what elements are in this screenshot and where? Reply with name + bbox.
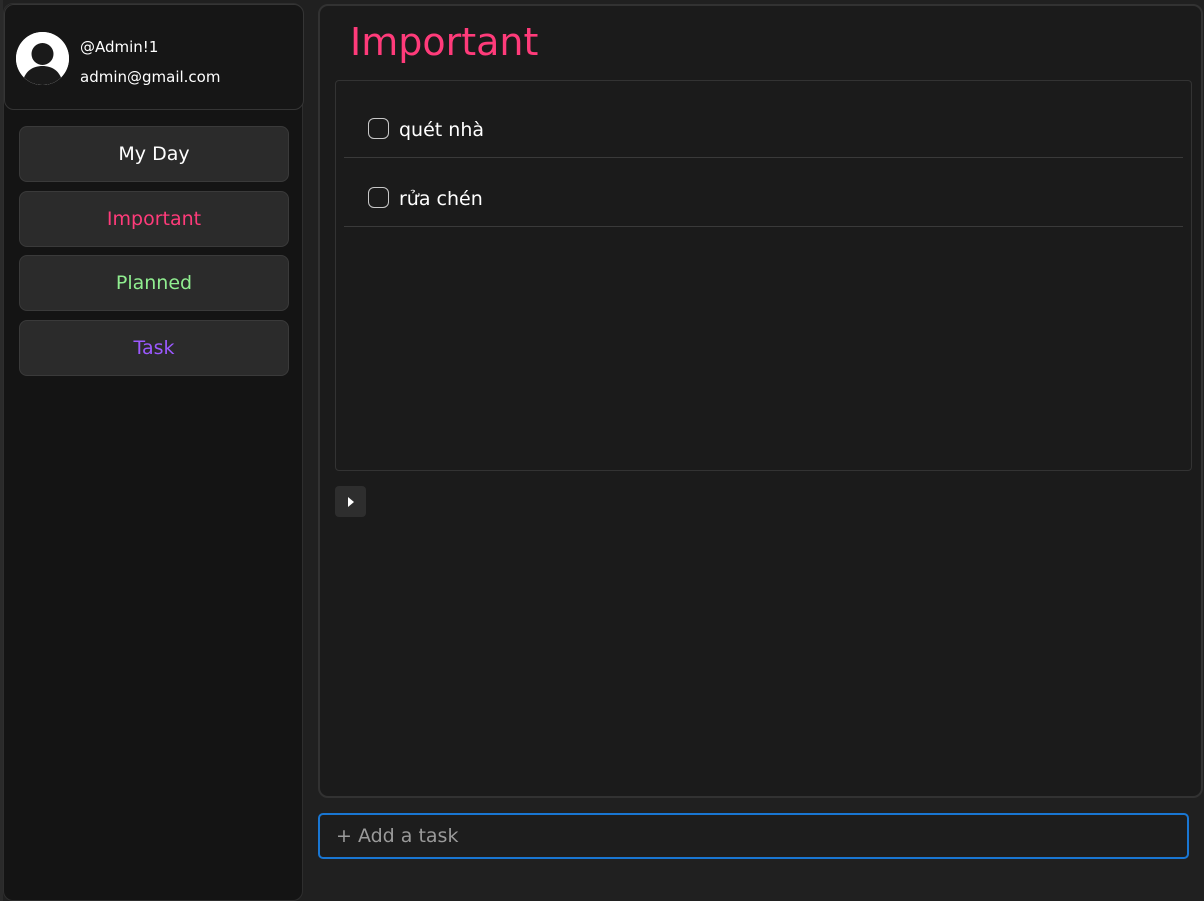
sidebar-item-important[interactable]: Important bbox=[19, 190, 289, 247]
sidebar-item-task[interactable]: Task bbox=[19, 319, 289, 376]
expand-completed-button[interactable] bbox=[335, 486, 366, 517]
task-list: quét nhà rửa chén bbox=[335, 80, 1192, 471]
user-profile[interactable]: @Admin!1 admin@gmail.com bbox=[4, 4, 304, 110]
user-email: admin@gmail.com bbox=[80, 68, 221, 86]
sidebar-item-my-day[interactable]: My Day bbox=[19, 126, 289, 182]
task-label: quét nhà bbox=[399, 119, 485, 141]
sidebar-item-planned[interactable]: Planned bbox=[19, 255, 289, 311]
sidebar-item-label: My Day bbox=[118, 143, 190, 165]
task-checkbox[interactable] bbox=[368, 187, 389, 208]
main-panel: Important quét nhà rửa chén bbox=[318, 4, 1203, 798]
task-row[interactable]: rửa chén bbox=[344, 158, 1183, 227]
task-checkbox[interactable] bbox=[368, 118, 389, 139]
caret-right-icon bbox=[347, 496, 354, 507]
page-title: Important bbox=[350, 20, 539, 64]
sidebar-item-label: Planned bbox=[115, 272, 193, 294]
task-row[interactable]: quét nhà bbox=[344, 89, 1183, 158]
add-task-input[interactable] bbox=[318, 813, 1189, 859]
sidebar-item-label: Important bbox=[106, 207, 202, 230]
username: @Admin!1 bbox=[80, 38, 159, 56]
sidebar-nav: My Day Important Planned Task bbox=[19, 126, 289, 384]
sidebar: @Admin!1 admin@gmail.com My Day Importan… bbox=[3, 3, 304, 901]
sidebar-item-label: Task bbox=[133, 336, 175, 359]
avatar-icon bbox=[16, 32, 69, 85]
app-window: @Admin!1 admin@gmail.com My Day Importan… bbox=[0, 0, 1204, 901]
task-label: rửa chén bbox=[399, 188, 483, 210]
